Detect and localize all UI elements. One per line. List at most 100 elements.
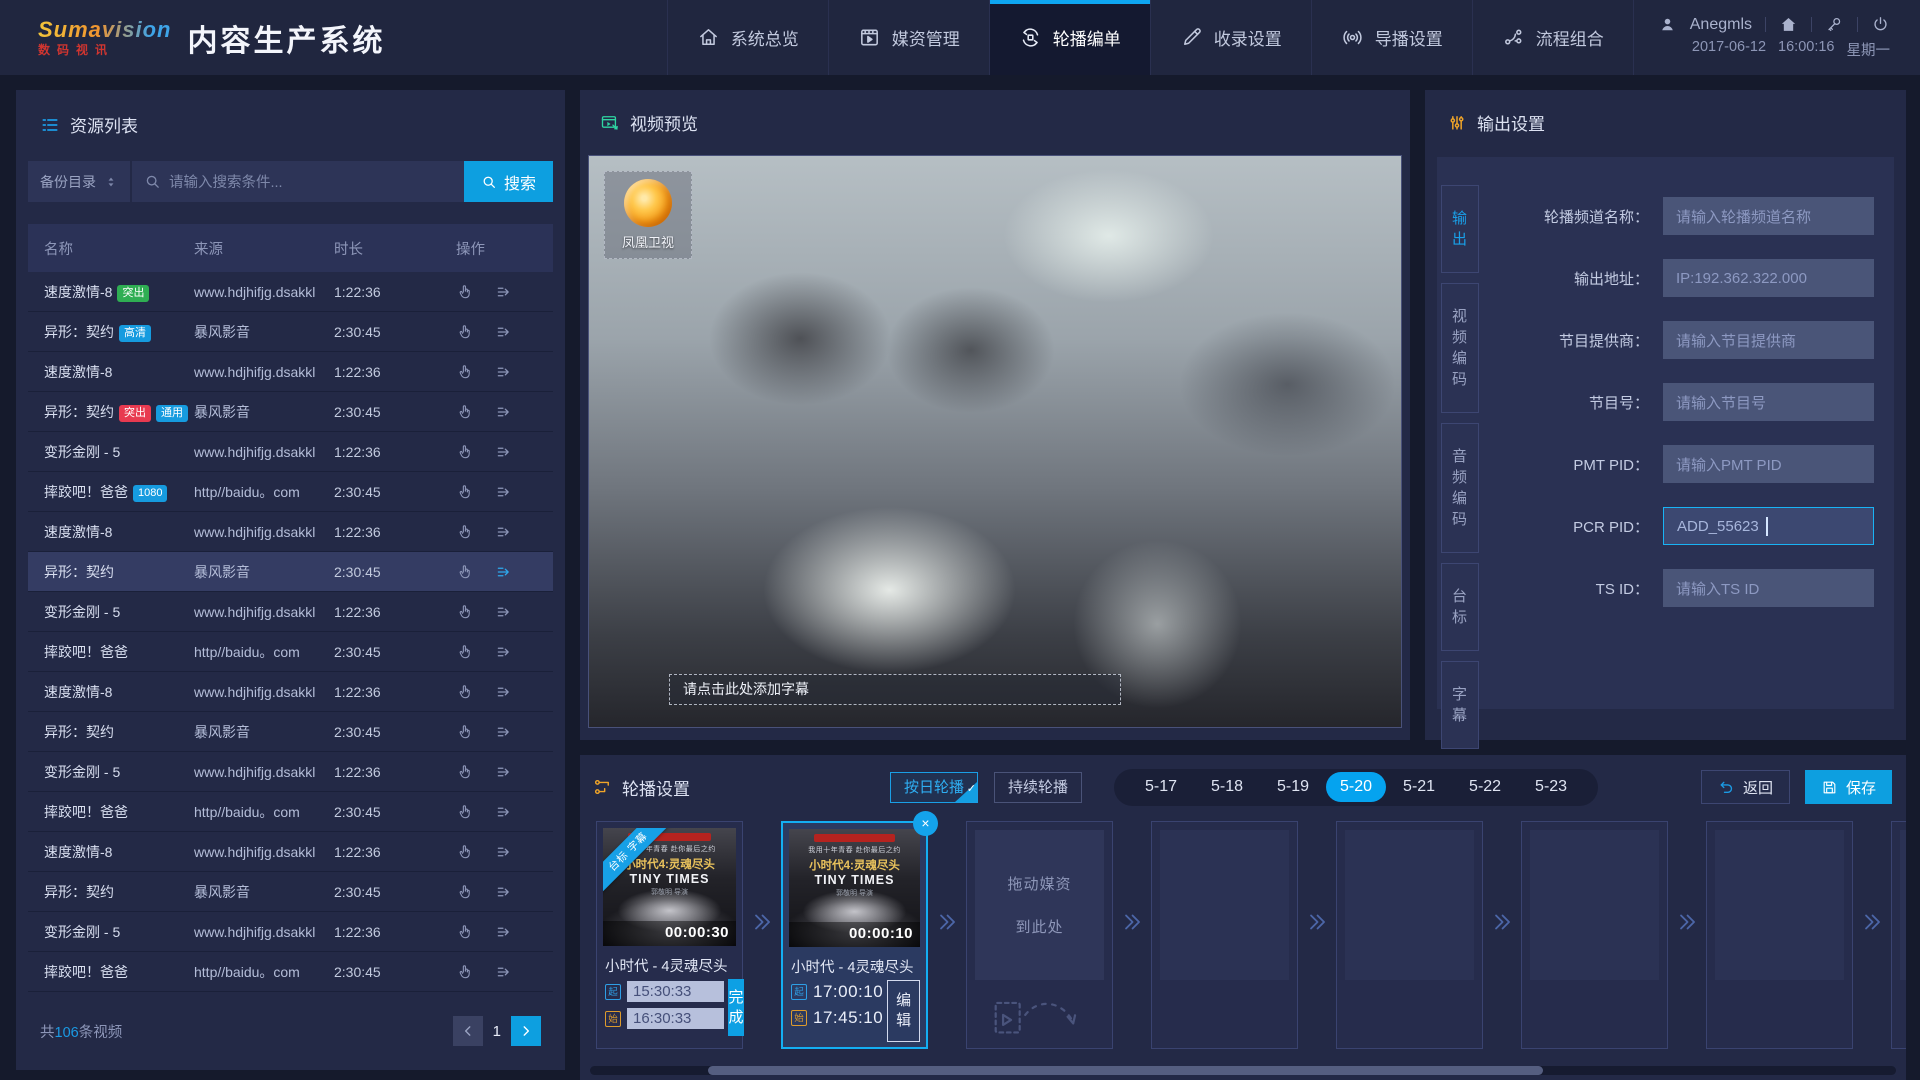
- hand-preview-icon[interactable]: [456, 363, 474, 381]
- playlist-card-1[interactable]: 台标 字幕我用十年青春 赴你最后之约小时代4:灵魂尽头TINY TIMES郭敬明…: [596, 821, 743, 1049]
- table-row[interactable]: 异形：契约暴风影音2:30:45: [28, 552, 553, 592]
- playlist-card-8[interactable]: [1891, 821, 1906, 1049]
- playlist-card-5[interactable]: [1336, 821, 1483, 1049]
- date-tab[interactable]: 5-19: [1260, 772, 1326, 802]
- hand-preview-icon[interactable]: [456, 603, 474, 621]
- hand-preview-icon[interactable]: [456, 923, 474, 941]
- mode-button-2[interactable]: 持续轮播: [994, 772, 1082, 803]
- back-button[interactable]: 返回: [1701, 770, 1790, 804]
- date-tab[interactable]: 5-20: [1326, 772, 1386, 802]
- push-to-playlist-icon[interactable]: [495, 883, 513, 901]
- search-input[interactable]: 请输入搜索条件...: [132, 161, 464, 202]
- push-to-playlist-icon[interactable]: [495, 603, 513, 621]
- video-player[interactable]: 凤凰卫视 请点击此处添加字幕: [588, 155, 1402, 728]
- table-row[interactable]: 速度激情-8www.hdjhifjg.dsakkl1:22:36: [28, 832, 553, 872]
- field-input[interactable]: 请输入TS ID: [1663, 569, 1874, 607]
- field-input[interactable]: 请输入节目号: [1663, 383, 1874, 421]
- push-to-playlist-icon[interactable]: [495, 763, 513, 781]
- mode-button-1[interactable]: 按日轮播✓: [890, 772, 978, 803]
- hand-preview-icon[interactable]: [456, 763, 474, 781]
- start-time-input[interactable]: 15:30:33: [627, 981, 724, 1002]
- nav-tab-1[interactable]: 系统总览: [667, 0, 828, 75]
- hand-preview-icon[interactable]: [456, 283, 474, 301]
- field-input[interactable]: ADD_55623: [1663, 507, 1874, 545]
- table-row[interactable]: 异形：契约高清暴风影音2:30:45: [28, 312, 553, 352]
- playlist-card-6[interactable]: [1521, 821, 1668, 1049]
- table-row[interactable]: 摔跤吧！爸爸1080http//baidu。com2:30:45: [28, 472, 553, 512]
- table-row[interactable]: 速度激情-8www.hdjhifjg.dsakkl1:22:36: [28, 352, 553, 392]
- table-row[interactable]: 异形：契约突出通用暴风影音2:30:45: [28, 392, 553, 432]
- hand-preview-icon[interactable]: [456, 323, 474, 341]
- scrollbar-thumb[interactable]: [708, 1066, 1544, 1075]
- complete-button[interactable]: 完成: [728, 979, 744, 1036]
- output-tab-1[interactable]: 输出: [1441, 185, 1479, 273]
- field-input[interactable]: 请输入节目提供商: [1663, 321, 1874, 359]
- hand-preview-icon[interactable]: [456, 723, 474, 741]
- table-row[interactable]: 异形：契约暴风影音2:30:45: [28, 872, 553, 912]
- field-input[interactable]: IP:192.362.322.000: [1663, 259, 1874, 297]
- playlist-card-2[interactable]: ×我用十年青春 赴你最后之约小时代4:灵魂尽头TINY TIMES郭敬明 导演0…: [781, 821, 928, 1049]
- output-tab-3[interactable]: 音频编码: [1441, 423, 1479, 553]
- table-row[interactable]: 摔跤吧！爸爸http//baidu。com2:30:45: [28, 792, 553, 832]
- drag-drop-target[interactable]: 拖动媒资到此处: [975, 830, 1104, 980]
- playlist-card-4[interactable]: [1151, 821, 1298, 1049]
- push-to-playlist-icon[interactable]: [495, 403, 513, 421]
- end-time-input[interactable]: 16:30:33: [627, 1008, 724, 1029]
- hand-preview-icon[interactable]: [456, 563, 474, 581]
- table-row[interactable]: 变形金刚 - 5www.hdjhifjg.dsakkl1:22:36: [28, 752, 553, 792]
- remove-card-button[interactable]: ×: [913, 811, 938, 836]
- hand-preview-icon[interactable]: [456, 483, 474, 501]
- horizontal-scrollbar[interactable]: [590, 1066, 1896, 1075]
- date-tab[interactable]: 5-18: [1194, 772, 1260, 802]
- hand-preview-icon[interactable]: [456, 803, 474, 821]
- date-tab[interactable]: 5-22: [1452, 772, 1518, 802]
- date-tab[interactable]: 5-21: [1386, 772, 1452, 802]
- nav-tab-3[interactable]: 轮播编单: [989, 0, 1150, 75]
- push-to-playlist-icon[interactable]: [495, 683, 513, 701]
- push-to-playlist-icon[interactable]: [495, 643, 513, 661]
- edit-button[interactable]: 编辑: [887, 980, 920, 1042]
- table-row[interactable]: 变形金刚 - 5www.hdjhifjg.dsakkl1:22:36: [28, 432, 553, 472]
- output-tab-5[interactable]: 字幕: [1441, 661, 1479, 749]
- push-to-playlist-icon[interactable]: [495, 963, 513, 981]
- subtitle-placeholder[interactable]: 请点击此处添加字幕: [669, 674, 1121, 705]
- hand-preview-icon[interactable]: [456, 883, 474, 901]
- nav-tab-2[interactable]: 媒资管理: [828, 0, 989, 75]
- field-input[interactable]: 请输入轮播频道名称: [1663, 197, 1874, 235]
- output-tab-4[interactable]: 台标: [1441, 563, 1479, 651]
- table-row[interactable]: 摔跤吧！爸爸http//baidu。com2:30:45: [28, 952, 553, 992]
- table-row[interactable]: 异形：契约暴风影音2:30:45: [28, 712, 553, 752]
- push-to-playlist-icon[interactable]: [495, 483, 513, 501]
- channel-logo-box[interactable]: 凤凰卫视: [604, 171, 692, 259]
- save-button[interactable]: 保存: [1805, 770, 1892, 804]
- date-tab[interactable]: 5-17: [1128, 772, 1194, 802]
- field-input[interactable]: 请输入PMT PID: [1663, 445, 1874, 483]
- hand-preview-icon[interactable]: [456, 843, 474, 861]
- nav-tab-5[interactable]: 导播设置: [1311, 0, 1472, 75]
- key-icon[interactable]: [1825, 15, 1844, 34]
- push-to-playlist-icon[interactable]: [495, 923, 513, 941]
- table-row[interactable]: 速度激情-8突出www.hdjhifjg.dsakkl1:22:36: [28, 272, 553, 312]
- push-to-playlist-icon[interactable]: [495, 323, 513, 341]
- push-to-playlist-icon[interactable]: [495, 843, 513, 861]
- search-button[interactable]: 搜索: [464, 161, 553, 202]
- directory-filter-select[interactable]: 备份目录: [28, 161, 130, 202]
- next-page-button[interactable]: [511, 1016, 541, 1046]
- home-icon[interactable]: [1779, 15, 1798, 34]
- push-to-playlist-icon[interactable]: [495, 523, 513, 541]
- playlist-card-3[interactable]: 拖动媒资到此处: [966, 821, 1113, 1049]
- table-row[interactable]: 变形金刚 - 5www.hdjhifjg.dsakkl1:22:36: [28, 912, 553, 952]
- power-icon[interactable]: [1871, 15, 1890, 34]
- nav-tab-6[interactable]: 流程组合: [1472, 0, 1633, 75]
- push-to-playlist-icon[interactable]: [495, 723, 513, 741]
- push-to-playlist-icon[interactable]: [495, 283, 513, 301]
- nav-tab-4[interactable]: 收录设置: [1150, 0, 1311, 75]
- hand-preview-icon[interactable]: [456, 443, 474, 461]
- push-to-playlist-icon[interactable]: [495, 803, 513, 821]
- hand-preview-icon[interactable]: [456, 683, 474, 701]
- table-row[interactable]: 速度激情-8www.hdjhifjg.dsakkl1:22:36: [28, 672, 553, 712]
- playlist-card-7[interactable]: [1706, 821, 1853, 1049]
- hand-preview-icon[interactable]: [456, 643, 474, 661]
- hand-preview-icon[interactable]: [456, 963, 474, 981]
- prev-page-button[interactable]: [453, 1016, 483, 1046]
